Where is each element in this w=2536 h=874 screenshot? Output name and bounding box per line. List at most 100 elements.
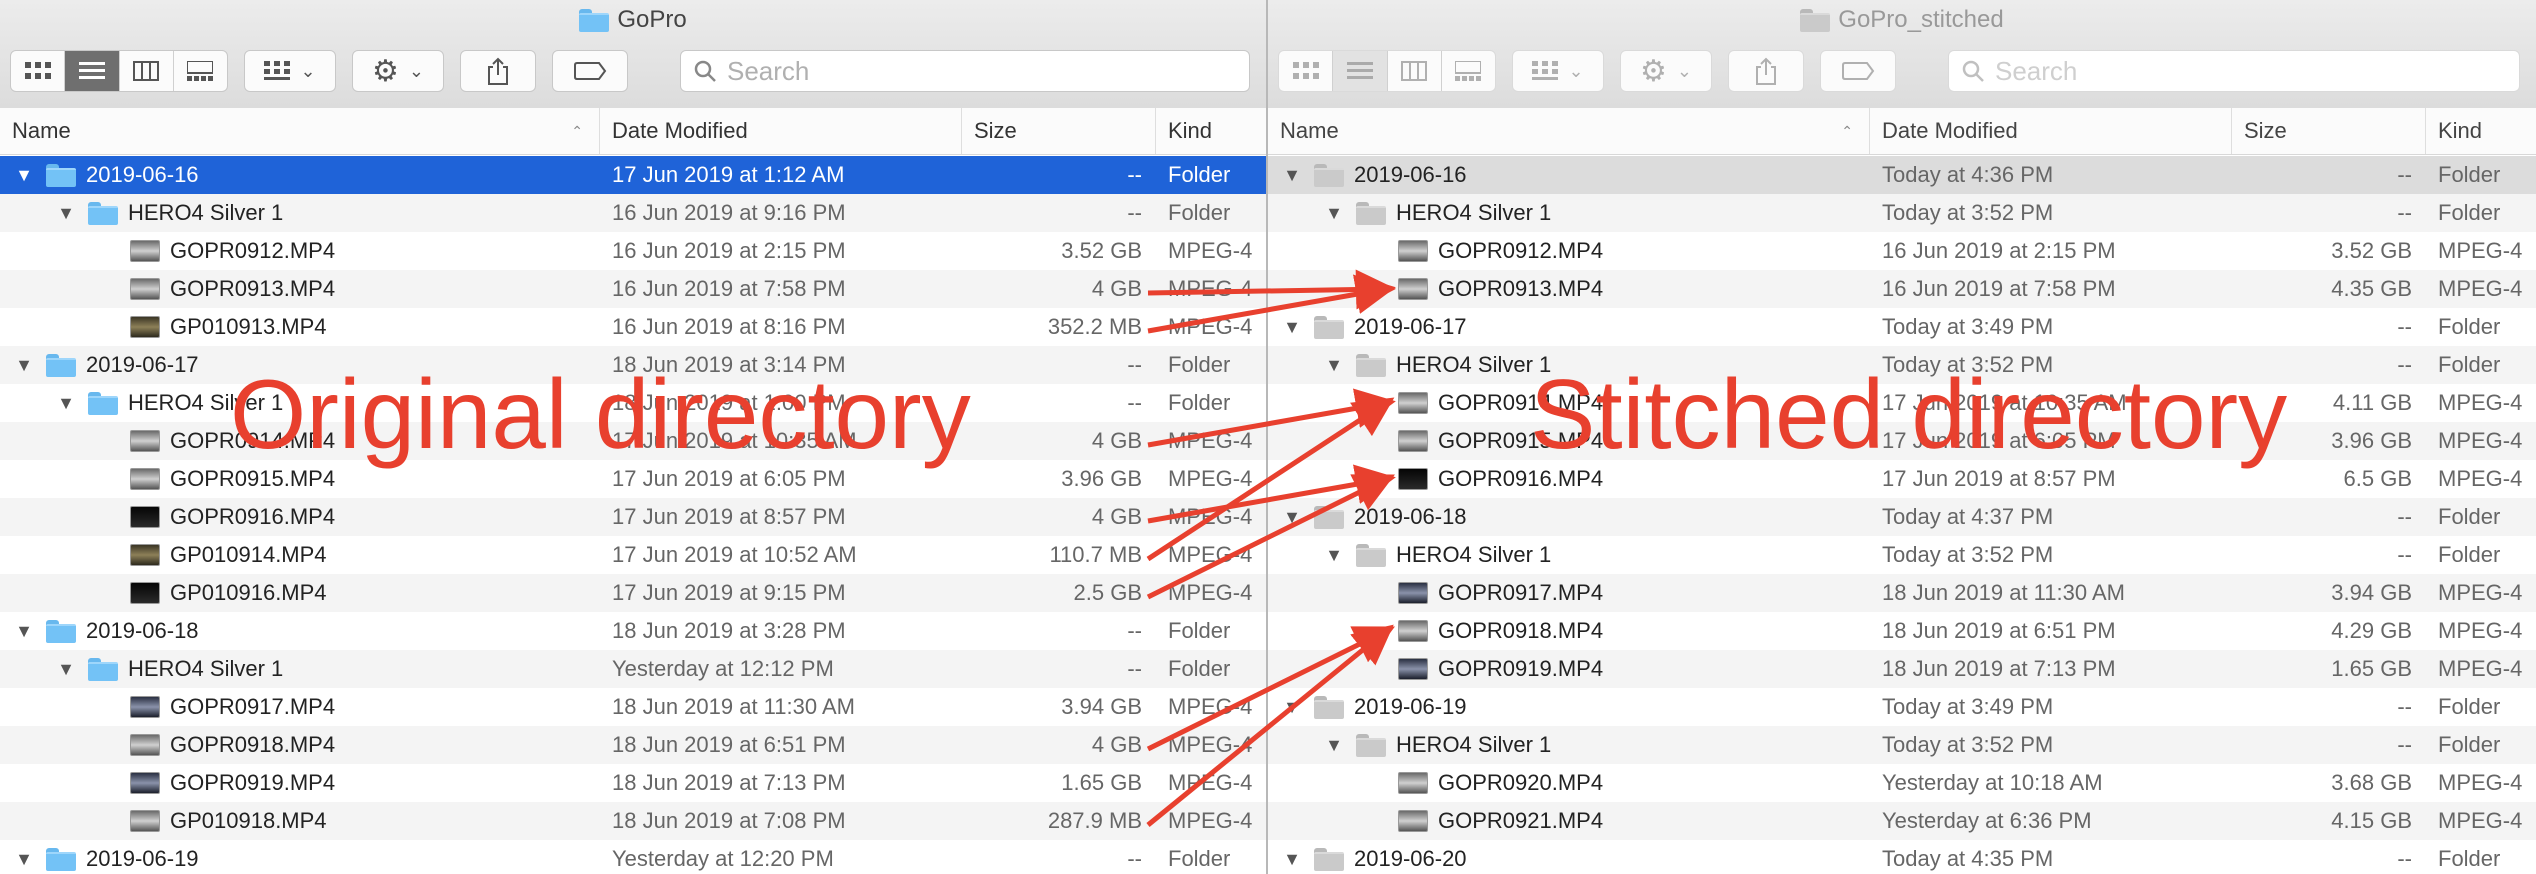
- list-view-button[interactable]: [65, 51, 120, 91]
- disclosure-triangle-icon[interactable]: ▼: [54, 194, 78, 232]
- folder-row[interactable]: ▼ HERO4 Silver 1 16 Jun 2019 at 9:16 PM -- F…: [0, 194, 1266, 232]
- file-kind: Folder: [2438, 542, 2501, 567]
- tags-button[interactable]: [1820, 50, 1896, 92]
- title-bar[interactable]: GoPro ⌄ ⚙ ⌄ Search: [0, 0, 1266, 109]
- disclosure-triangle-icon[interactable]: ▼: [1280, 688, 1304, 726]
- item-name: 2019-06-16: [1354, 162, 1467, 187]
- column-header-size[interactable]: Size: [962, 108, 1156, 154]
- gallery-view-button[interactable]: [1442, 51, 1495, 91]
- folder-row[interactable]: ▼ 2019-06-19 Yesterday at 12:20 PM -- Folder: [0, 840, 1266, 874]
- folder-row[interactable]: ▼ 2019-06-18 18 Jun 2019 at 3:28 PM -- Folde…: [0, 612, 1266, 650]
- disclosure-triangle-icon[interactable]: ▼: [1322, 194, 1346, 232]
- file-kind: MPEG-4: [1168, 276, 1253, 301]
- view-mode-control[interactable]: [10, 50, 228, 92]
- file-row[interactable]: GOPR0914.MP4 17 Jun 2019 at 10:35 AM 4 GB M…: [0, 422, 1266, 460]
- file-row[interactable]: GOPR0912.MP4 16 Jun 2019 at 2:15 PM 3.52 G…: [1268, 232, 2536, 270]
- file-row[interactable]: GOPR0915.MP4 17 Jun 2019 at 6:05 PM 3.96 G…: [0, 460, 1266, 498]
- column-header-name[interactable]: Name ⌃: [1268, 108, 1870, 154]
- item-name: HERO4 Silver 1: [1396, 542, 1552, 567]
- date-modified: 18 Jun 2019 at 11:30 AM: [1882, 580, 2125, 605]
- action-menu-button[interactable]: ⚙ ⌄: [1620, 50, 1712, 92]
- file-row[interactable]: GOPR0918.MP4 18 Jun 2019 at 6:51 PM 4.29 G…: [1268, 612, 2536, 650]
- disclosure-triangle-icon[interactable]: ▼: [12, 612, 36, 650]
- folder-row[interactable]: ▼ 2019-06-16 Today at 4:36 PM -- Folder: [1268, 156, 2536, 194]
- file-row[interactable]: GOPR0913.MP4 16 Jun 2019 at 7:58 PM 4 GB MP…: [0, 270, 1266, 308]
- folder-row[interactable]: ▼ HERO4 Silver 1 Yesterday at 12:12 PM -- Fo…: [0, 650, 1266, 688]
- file-row[interactable]: GOPR0913.MP4 16 Jun 2019 at 7:58 PM 4.35 G…: [1268, 270, 2536, 308]
- file-row[interactable]: GOPR0914.MP4 17 Jun 2019 at 10:35 AM 4.11 …: [1268, 384, 2536, 422]
- file-row[interactable]: GOPR0917.MP4 18 Jun 2019 at 11:30 AM 3.94 …: [1268, 574, 2536, 612]
- disclosure-triangle-icon[interactable]: ▼: [1322, 536, 1346, 574]
- view-mode-control[interactable]: [1278, 50, 1496, 92]
- disclosure-triangle-icon[interactable]: ▼: [54, 650, 78, 688]
- file-row[interactable]: GP010916.MP4 17 Jun 2019 at 9:15 PM 2.5 GB…: [0, 574, 1266, 612]
- tags-button[interactable]: [552, 50, 628, 92]
- folder-row[interactable]: ▼ HERO4 Silver 1 Today at 3:52 PM -- Folder: [1268, 346, 2536, 384]
- disclosure-triangle-icon[interactable]: ▼: [1322, 346, 1346, 384]
- file-row[interactable]: GOPR0916.MP4 17 Jun 2019 at 8:57 PM 4 GB MP…: [0, 498, 1266, 536]
- column-header-size[interactable]: Size: [2232, 108, 2426, 154]
- share-button[interactable]: [1728, 50, 1804, 92]
- disclosure-triangle-icon[interactable]: ▼: [12, 156, 36, 194]
- file-row[interactable]: GOPR0918.MP4 18 Jun 2019 at 6:51 PM 4 GB MP…: [0, 726, 1266, 764]
- title-bar[interactable]: GoPro_stitched ⌄ ⚙ ⌄ Search: [1268, 0, 2536, 109]
- disclosure-triangle-icon[interactable]: ▼: [1280, 156, 1304, 194]
- folder-icon: [46, 847, 76, 871]
- folder-row[interactable]: ▼ 2019-06-17 18 Jun 2019 at 3:14 PM -- Folde…: [0, 346, 1266, 384]
- search-field[interactable]: Search: [680, 50, 1250, 92]
- name-cell: GOPR0913.MP4: [96, 270, 592, 308]
- folder-row[interactable]: ▼ 2019-06-16 17 Jun 2019 at 1:12 AM -- Folde…: [0, 156, 1266, 194]
- date-modified: Yesterday at 10:18 AM: [1882, 770, 2103, 795]
- column-header-kind[interactable]: Kind: [2426, 108, 2536, 154]
- column-header-date[interactable]: Date Modified: [600, 108, 962, 154]
- search-field[interactable]: Search: [1948, 50, 2520, 92]
- folder-icon: [1314, 315, 1344, 339]
- column-header-name[interactable]: Name ⌃: [0, 108, 600, 154]
- disclosure-triangle-icon[interactable]: ▼: [1280, 308, 1304, 346]
- file-row[interactable]: GP010913.MP4 16 Jun 2019 at 8:16 PM 352.2 …: [0, 308, 1266, 346]
- file-row[interactable]: GOPR0915.MP4 17 Jun 2019 at 6:05 PM 3.96 G…: [1268, 422, 2536, 460]
- file-row[interactable]: GP010918.MP4 18 Jun 2019 at 7:08 PM 287.9 …: [0, 802, 1266, 840]
- item-name: 2019-06-18: [1354, 504, 1467, 529]
- column-header-date[interactable]: Date Modified: [1870, 108, 2232, 154]
- icon-view-button[interactable]: [1279, 51, 1334, 91]
- item-name: 2019-06-17: [86, 352, 199, 377]
- sort-ascending-icon: ⌃: [571, 123, 583, 139]
- file-row[interactable]: GOPR0912.MP4 16 Jun 2019 at 2:15 PM 3.52 G…: [0, 232, 1266, 270]
- chevron-down-icon: ⌄: [300, 60, 316, 81]
- file-row[interactable]: GOPR0917.MP4 18 Jun 2019 at 11:30 AM 3.94 …: [0, 688, 1266, 726]
- list-view-button[interactable]: [1333, 51, 1388, 91]
- disclosure-triangle-icon[interactable]: ▼: [12, 346, 36, 384]
- folder-row[interactable]: ▼ 2019-06-20 Today at 4:35 PM -- Folder: [1268, 840, 2536, 874]
- folder-row[interactable]: ▼ 2019-06-17 Today at 3:49 PM -- Folder: [1268, 308, 2536, 346]
- disclosure-triangle-icon[interactable]: ▼: [1280, 840, 1304, 874]
- file-row[interactable]: GOPR0919.MP4 18 Jun 2019 at 7:13 PM 1.65 G…: [0, 764, 1266, 802]
- disclosure-triangle-icon[interactable]: ▼: [1322, 726, 1346, 764]
- file-kind: Folder: [2438, 352, 2501, 377]
- group-by-button[interactable]: ⌄: [244, 50, 336, 92]
- action-menu-button[interactable]: ⚙ ⌄: [352, 50, 444, 92]
- share-button[interactable]: [460, 50, 536, 92]
- folder-row[interactable]: ▼ HERO4 Silver 1 Today at 3:52 PM -- Folder: [1268, 726, 2536, 764]
- file-row[interactable]: GOPR0916.MP4 17 Jun 2019 at 8:57 PM 6.5 GB…: [1268, 460, 2536, 498]
- gallery-view-button[interactable]: [174, 51, 227, 91]
- icon-view-button[interactable]: [11, 51, 66, 91]
- column-view-button[interactable]: [120, 51, 174, 91]
- folder-row[interactable]: ▼ 2019-06-19 Today at 3:49 PM -- Folder: [1268, 688, 2536, 726]
- disclosure-triangle-icon[interactable]: ▼: [12, 840, 36, 874]
- file-row[interactable]: GOPR0919.MP4 18 Jun 2019 at 7:13 PM 1.65 G…: [1268, 650, 2536, 688]
- folder-row[interactable]: ▼ HERO4 Silver 1 18 Jun 2019 at 1:00 PM -- F…: [0, 384, 1266, 422]
- file-row[interactable]: GP010914.MP4 17 Jun 2019 at 10:52 AM 110.7…: [0, 536, 1266, 574]
- file-row[interactable]: GOPR0921.MP4 Yesterday at 6:36 PM 4.15 GB M…: [1268, 802, 2536, 840]
- folder-row[interactable]: ▼ HERO4 Silver 1 Today at 3:52 PM -- Folder: [1268, 536, 2536, 574]
- disclosure-triangle-icon[interactable]: ▼: [1280, 498, 1304, 536]
- folder-row[interactable]: ▼ 2019-06-18 Today at 4:37 PM -- Folder: [1268, 498, 2536, 536]
- disclosure-triangle-icon[interactable]: ▼: [54, 384, 78, 422]
- file-size: 3.96 GB: [1061, 466, 1142, 491]
- group-by-button[interactable]: ⌄: [1512, 50, 1604, 92]
- column-view-button[interactable]: [1388, 51, 1442, 91]
- file-row[interactable]: GOPR0920.MP4 Yesterday at 10:18 AM 3.68 GB…: [1268, 764, 2536, 802]
- name-cell: ▼ 2019-06-20: [1280, 840, 1862, 874]
- column-header-kind[interactable]: Kind: [1156, 108, 1266, 154]
- folder-row[interactable]: ▼ HERO4 Silver 1 Today at 3:52 PM -- Folder: [1268, 194, 2536, 232]
